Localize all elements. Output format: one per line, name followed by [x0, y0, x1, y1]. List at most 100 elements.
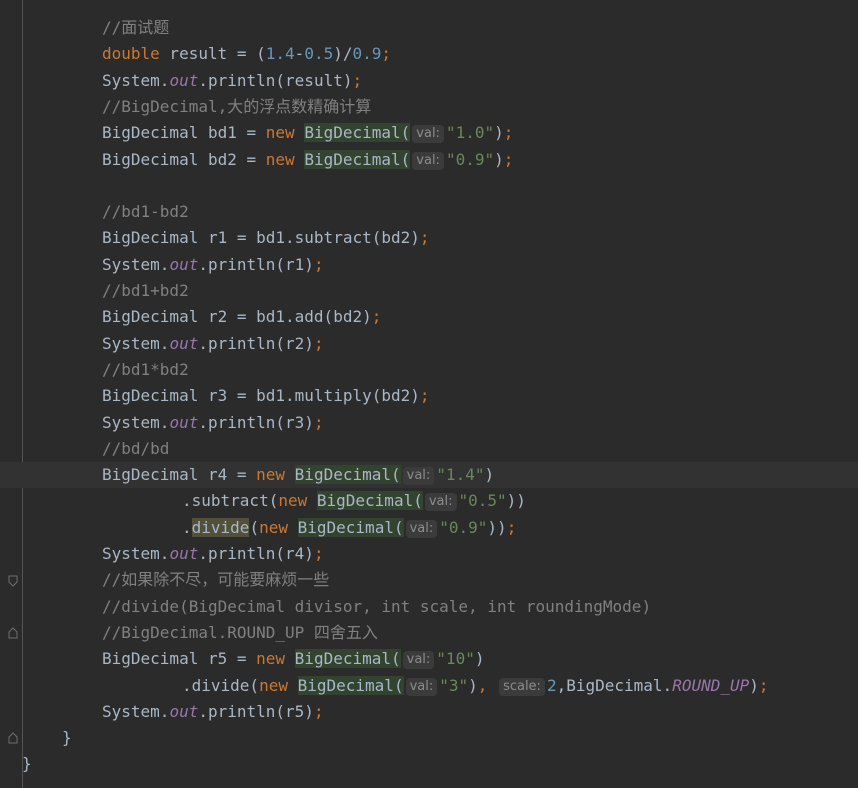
- code-token: "3": [439, 675, 469, 695]
- code-token: ;: [758, 675, 769, 695]
- code-line[interactable]: }: [0, 725, 858, 751]
- code-token: BigDecimal bd2 =: [102, 149, 266, 169]
- code-token: double: [102, 44, 160, 64]
- code-line[interactable]: //bd/bd: [0, 436, 858, 462]
- code-token: 0.5: [304, 44, 334, 64]
- code-token: .println(r2): [198, 333, 314, 353]
- code-line[interactable]: BigDecimal r5 = new BigDecimal(val: "10"): [0, 646, 858, 672]
- code-line[interactable]: .subtract(new BigDecimal(val: "0.5")): [0, 488, 858, 514]
- code-token: BigDecimal r1 = bd1.subtract(bd2): [102, 228, 420, 248]
- code-text: //bd/bd: [102, 436, 169, 462]
- code-line[interactable]: System.out.println(r2);: [0, 331, 858, 357]
- code-token: .println(r1): [198, 254, 314, 274]
- code-token: //如果除不尽，可能要麻烦一些: [102, 570, 330, 590]
- code-line[interactable]: //如果除不尽，可能要麻烦一些: [0, 567, 858, 593]
- code-text: BigDecimal r3 = bd1.multiply(bd2);: [102, 383, 430, 409]
- code-line[interactable]: .divide(new BigDecimal(val: "3"), scale: 2…: [0, 673, 858, 699]
- parameter-hint: scale:: [499, 677, 545, 696]
- code-token: divide: [191, 517, 250, 537]
- code-text: //bd1*bd2: [102, 357, 189, 383]
- code-line[interactable]: System.out.println(r1);: [0, 252, 858, 278]
- code-token: new: [259, 517, 288, 537]
- code-token: "1.0": [445, 123, 495, 143]
- code-line[interactable]: .divide(new BigDecimal(val: "0.9"));: [0, 515, 858, 541]
- code-line[interactable]: BigDecimal r4 = new BigDecimal(val: "1.4"…: [0, 462, 858, 489]
- code-token: new: [259, 675, 288, 695]
- code-token: ;: [313, 701, 324, 721]
- code-line[interactable]: }: [0, 751, 858, 777]
- code-token: out: [169, 412, 199, 432]
- code-line[interactable]: BigDecimal r2 = bd1.add(bd2);: [0, 304, 858, 330]
- code-line[interactable]: System.out.println(r4);: [0, 541, 858, 567]
- code-token: .println(r4): [198, 544, 314, 563]
- code-token: ,: [477, 675, 488, 695]
- code-line[interactable]: System.out.println(r3);: [0, 410, 858, 436]
- code-text: System.out.println(r4);: [102, 541, 324, 567]
- code-token: ,BigDecimal.: [556, 675, 673, 695]
- code-token: new: [256, 649, 286, 669]
- code-token: ;: [371, 307, 382, 327]
- code-token: BigDecimal(: [294, 649, 401, 669]
- code-token: System.: [102, 70, 170, 90]
- code-token: //BigDecimal.ROUND_UP 四舍五入: [102, 622, 378, 642]
- code-token: System.: [102, 544, 170, 563]
- code-line[interactable]: //bd1-bd2: [0, 199, 858, 225]
- code-token: .println(r5): [198, 701, 314, 721]
- code-token: .subtract(: [182, 491, 279, 511]
- code-line[interactable]: BigDecimal bd2 = new BigDecimal(val: "0.9…: [0, 147, 858, 173]
- code-text: //如果除不尽，可能要麻烦一些: [102, 567, 329, 593]
- code-token: ): [494, 123, 504, 143]
- code-text: BigDecimal r2 = bd1.add(bd2);: [102, 304, 381, 330]
- code-line[interactable]: //BigDecimal,大的浮点数精确计算: [0, 94, 858, 120]
- code-line[interactable]: System.out.println(result);: [0, 68, 858, 94]
- code-token: BigDecimal(: [297, 675, 404, 695]
- code-text: System.out.println(r5);: [102, 699, 324, 725]
- code-token: -: [294, 44, 305, 64]
- code-token: }: [62, 728, 72, 748]
- code-token: ;: [503, 123, 514, 143]
- code-line[interactable]: [0, 173, 858, 199]
- code-token: System.: [102, 701, 170, 721]
- code-text: BigDecimal bd2 = new BigDecimal(val: "0.9…: [102, 147, 513, 173]
- code-token: ): [468, 675, 478, 695]
- code-token: ;: [313, 333, 324, 353]
- code-text: BigDecimal bd1 = new BigDecimal(val: "1.0…: [102, 120, 513, 146]
- code-token: //bd/bd: [102, 438, 170, 458]
- parameter-hint: val:: [412, 125, 444, 144]
- code-line[interactable]: //bd1*bd2: [0, 357, 858, 383]
- code-token: ;: [313, 544, 324, 563]
- code-text: System.out.println(r3);: [102, 410, 324, 436]
- code-token: //bd1+bd2: [102, 281, 189, 300]
- code-line[interactable]: BigDecimal r3 = bd1.multiply(bd2);: [0, 383, 858, 409]
- code-token: BigDecimal r4 =: [102, 465, 257, 485]
- code-token: BigDecimal r3 = bd1.multiply(bd2): [102, 386, 420, 406]
- code-line[interactable]: //divide(BigDecimal divisor, int scale, …: [0, 594, 858, 620]
- code-line[interactable]: //面试题: [0, 15, 858, 41]
- code-token: BigDecimal r2 = bd1.add(bd2): [102, 307, 372, 327]
- code-text: BigDecimal r1 = bd1.subtract(bd2);: [102, 225, 430, 251]
- code-token: 0.9: [352, 44, 382, 64]
- code-line[interactable]: BigDecimal r1 = bd1.subtract(bd2);: [0, 225, 858, 251]
- code-token: "1.4": [436, 465, 485, 485]
- code-line[interactable]: //bd1+bd2: [0, 278, 858, 304]
- code-line[interactable]: System.out.println(r5);: [0, 699, 858, 725]
- code-text: //bd1-bd2: [102, 199, 189, 225]
- code-text: .subtract(new BigDecimal(val: "0.5")): [182, 488, 526, 514]
- code-token: ): [494, 149, 504, 169]
- code-token: //bd1*bd2: [102, 359, 189, 379]
- code-line[interactable]: //BigDecimal.ROUND_UP 四舍五入: [0, 620, 858, 646]
- code-token: )): [506, 491, 526, 511]
- code-token: new: [278, 491, 308, 511]
- code-token: .: [182, 517, 192, 537]
- code-line[interactable]: BigDecimal bd1 = new BigDecimal(val: "1.0…: [0, 120, 858, 146]
- code-line[interactable]: double result = (1.4-0.5)/0.9;: [0, 41, 858, 67]
- code-token: )/: [333, 44, 353, 64]
- code-token: out: [169, 70, 199, 90]
- code-editor[interactable]: //面试题 double result = (1.4-0.5)/0.9; Syste…: [0, 0, 858, 788]
